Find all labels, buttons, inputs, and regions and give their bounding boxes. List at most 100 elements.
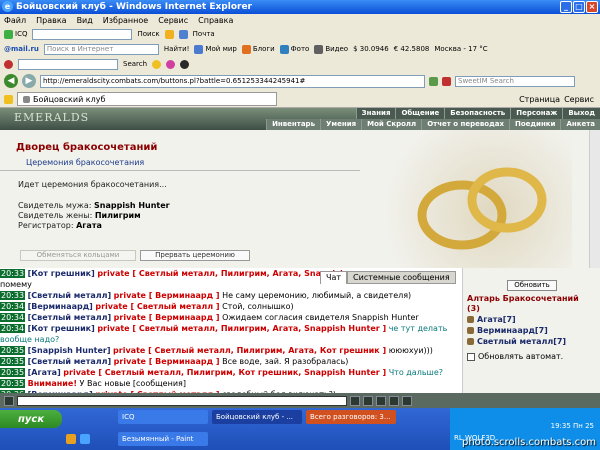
chat-sender[interactable]: Внимание! [28,379,77,388]
task-icq[interactable]: ICQ [118,410,208,424]
usd-rate[interactable]: $ 30.0946 [353,45,389,53]
page-menu-button[interactable]: Страница [519,95,560,104]
wink-icon[interactable] [166,59,176,69]
refresh-icon[interactable] [429,76,438,86]
my-world-button[interactable]: Мой мир [194,44,237,54]
eur-rate[interactable]: € 42.5808 [394,45,430,53]
witness-wife[interactable]: Пилигрим [95,211,141,220]
clock[interactable]: 19:35 Пн 25 [551,422,594,430]
mailru-search-input[interactable]: Поиск в Интернет [43,43,159,55]
refresh-button[interactable]: Обновить [507,280,557,291]
chat-sender[interactable]: [Кот грешник] [28,324,95,333]
chat-private-recipients[interactable]: private [ Светлый металл, Пилигрим, Агат… [97,324,386,333]
weather-widget[interactable]: Москва - 17 °C [434,45,487,53]
registrar[interactable]: Агата [76,221,102,230]
chat-input[interactable] [17,395,347,406]
auto-update-checkbox[interactable] [467,352,475,361]
nav-transfer-report[interactable]: Отчет о переводах [421,119,509,130]
blogs-button[interactable]: Блоги [241,44,275,54]
chat-sender[interactable]: [Агата] [28,368,61,377]
chat-sender[interactable]: [Snappish Hunter] [28,346,111,355]
menu-favorites[interactable]: Избранное [103,16,148,25]
nav-communication[interactable]: Общение [395,108,445,119]
altar-person[interactable]: Верминаард[7] [467,326,548,335]
tab-combats[interactable]: Бойцовский клуб [17,92,277,106]
menu-file[interactable]: Файл [4,16,26,25]
filter-icon[interactable] [389,395,399,406]
back-icon[interactable]: ◀ [4,74,18,88]
video-button[interactable]: Видео [314,44,348,54]
task-chat-window[interactable]: Всего разговоров: 3... [306,410,396,424]
start-button[interactable]: пуск [0,410,62,428]
menu-view[interactable]: Вид [77,16,93,25]
nav-skills[interactable]: Умения [320,119,362,130]
chat-sender[interactable]: [Кот грешник] [28,269,95,278]
toolbar-mail-button[interactable]: Почта [193,30,215,38]
witness-husband[interactable]: Snappish Hunter [94,201,170,210]
nav-inventory[interactable]: Инвентарь [266,119,320,130]
chat-private-recipients[interactable]: private [ Верминаард ] [114,357,220,366]
chat-time[interactable]: 20:33 [0,291,26,300]
tab-system-messages[interactable]: Системные сообщения [347,271,456,284]
chat-private-recipients[interactable]: private [ Светлый металл ] [95,302,219,311]
chat-private-recipients[interactable]: private [ Светлый металл, Пилигрим, Агат… [113,346,386,355]
chat-settings-icon[interactable] [4,395,14,406]
chat-time[interactable]: 20:35 [0,357,26,366]
stop-icon[interactable] [442,76,451,86]
find-button[interactable]: Найти! [164,45,190,53]
forward-icon[interactable]: ▶ [22,74,36,88]
smiles-icon[interactable] [363,395,373,406]
toolbar-search-button[interactable]: Search [123,60,147,68]
chat-sender[interactable]: [Верминаард] [28,302,93,311]
task-combats[interactable]: Бойцовский клуб - ... [212,410,302,424]
chat-sender[interactable]: [Светлый металл] [28,313,112,322]
translit-icon[interactable] [402,395,412,406]
nav-exit[interactable]: Выход [562,108,600,119]
altar-person[interactable]: Агата[7] [467,315,516,324]
nav-character[interactable]: Персонаж [510,108,563,119]
send-icon[interactable] [350,395,360,406]
favorites-star-icon[interactable] [4,94,13,104]
menu-help[interactable]: Справка [198,16,233,25]
chat-private-recipients[interactable]: private [ Верминаард ] [114,291,220,300]
chat-sender[interactable]: [Светлый металл] [28,357,112,366]
chat-time[interactable]: 20:35 [0,368,26,377]
minimize-icon[interactable]: _ [560,1,572,13]
photo-button[interactable]: Фото [279,44,309,54]
chat-time[interactable]: 20:34 [0,302,26,311]
chat-time[interactable]: 20:35 [0,379,26,388]
icq-search-input[interactable] [32,28,133,40]
toolbar-star-icon[interactable] [164,29,174,39]
nav-battles[interactable]: Поединки [508,119,561,130]
maximize-icon[interactable]: □ [573,1,585,13]
nav-security[interactable]: Безопасность [444,108,511,119]
chat-time[interactable]: 20:34 [0,313,26,322]
chat-time[interactable]: 20:34 [0,324,26,333]
menu-edit[interactable]: Правка [36,16,66,25]
stop-ceremony-button[interactable]: Прервать церемонию [140,250,250,261]
glasses-icon[interactable] [180,59,190,69]
sweetim-search-input[interactable]: SweetIM Search [455,75,575,87]
close-icon[interactable]: × [586,1,598,13]
menu-tools[interactable]: Сервис [158,16,188,25]
toolbar-logo-icon[interactable] [4,59,13,69]
task-paint[interactable]: Безымянный - Paint [118,432,208,446]
quick-launch-firefox-icon[interactable] [66,434,76,444]
mailru-logo[interactable]: @mail.ru [4,45,39,53]
exchange-rings-button[interactable]: Обменяться кольцами [20,250,136,261]
toolbar-search-input[interactable] [18,58,118,70]
tab-chat[interactable]: Чат [320,271,348,284]
content-scrollbar[interactable] [589,130,600,268]
chat-private-recipients[interactable]: private [ Верминаард ] [114,313,220,322]
quick-launch-ie-icon[interactable] [80,434,90,444]
chat-sender[interactable]: [Светлый металл] [28,291,112,300]
chat-time[interactable]: 20:35 [0,346,26,355]
chat-private-recipients[interactable]: private [ Светлый металл, Пилигрим, Агат… [97,269,345,278]
chat-time[interactable]: 20:33 [0,269,26,278]
icq-button[interactable]: ICQ [4,29,27,39]
service-menu-button[interactable]: Сервис [564,95,594,104]
altar-person[interactable]: Светлый металл[7] [467,337,566,346]
nav-knowledge[interactable]: Знания [355,108,396,119]
chat-private-recipients[interactable]: private [ Светлый металл, Пилигрим, Кот … [63,368,386,377]
address-input[interactable]: http://emeraldscity.combats.com/buttons.… [40,74,425,88]
